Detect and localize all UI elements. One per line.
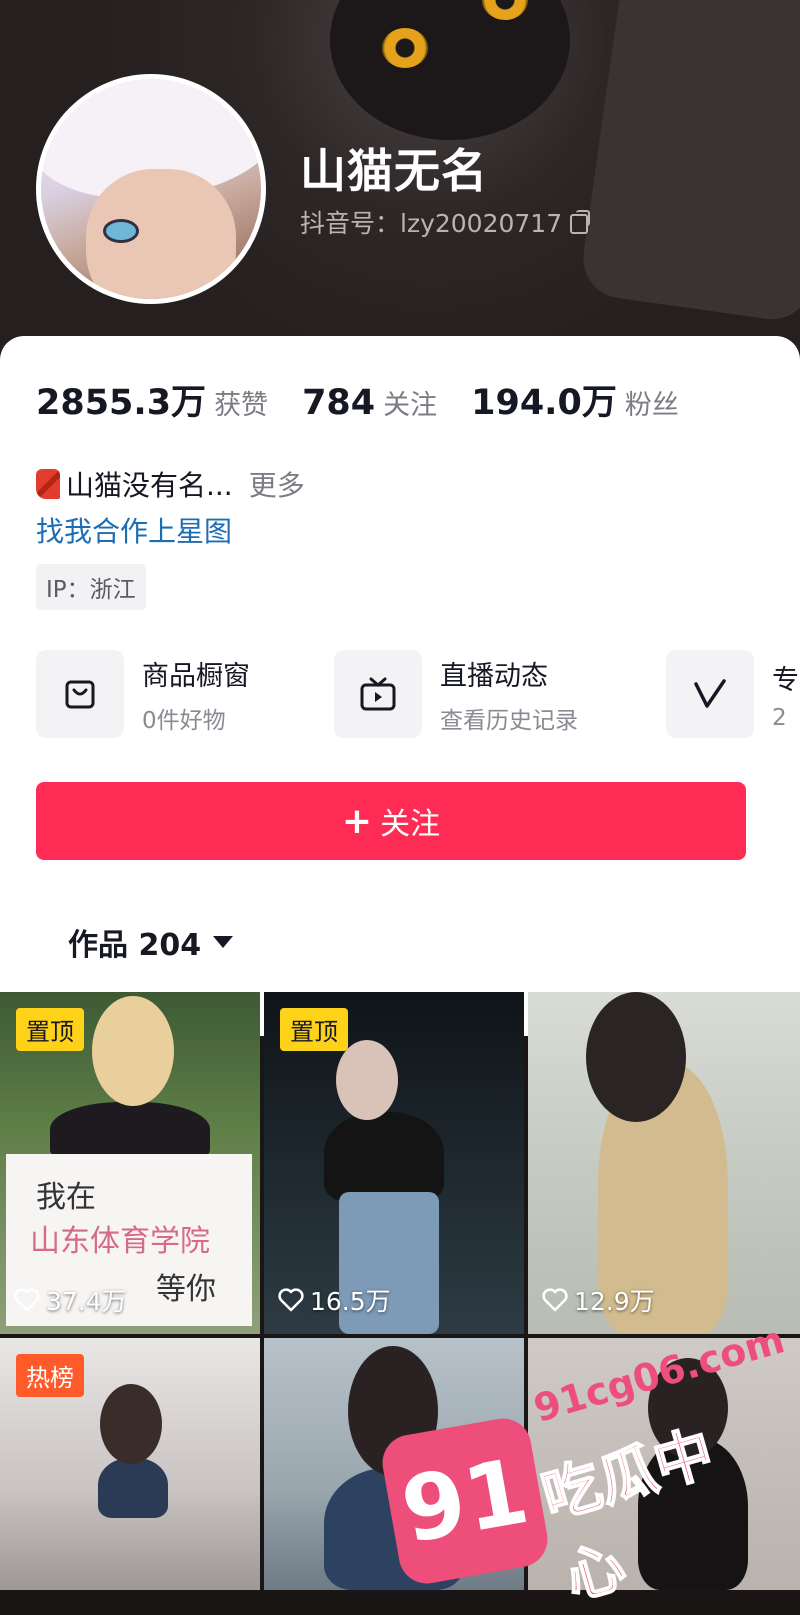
stat-likes[interactable]: 2855.3万 获赞 <box>36 374 268 425</box>
caret-down-icon <box>213 936 234 948</box>
heart-icon <box>14 1288 40 1312</box>
feature-live-text: 直播动态 查看历史记录 <box>440 654 578 735</box>
bio-text: 山猫没有名... <box>66 469 233 502</box>
works-tab[interactable]: 作品 204 <box>68 920 234 964</box>
feature-shop-title: 商品橱窗 <box>142 660 250 692</box>
feature-third-subtitle: 2 <box>772 704 787 731</box>
feature-live-subtitle: 查看历史记录 <box>440 707 578 734</box>
cover-cat-image <box>330 0 570 140</box>
collab-link[interactable]: 找我合作上星图 <box>36 510 232 550</box>
heart-icon <box>542 1288 568 1312</box>
v-icon <box>666 650 754 738</box>
pinned-badge: 置顶 <box>16 1008 84 1051</box>
cat-eye-right <box>482 0 528 20</box>
feature-shop-text: 商品橱窗 0件好物 <box>142 654 250 735</box>
watermark: 91 91cg06.com 吃瓜中心 <box>378 1316 789 1613</box>
bio-more-link[interactable]: 更多 <box>249 469 305 502</box>
feature-third-title: 专 <box>772 664 799 696</box>
works-tab-label: 作品 204 <box>68 928 202 963</box>
plus-icon: + <box>341 800 373 842</box>
figure-hair <box>586 992 686 1122</box>
stat-followers-value: 194.0万 <box>471 383 617 423</box>
stat-likes-label: 获赞 <box>214 390 269 421</box>
watermark-logo: 91 <box>378 1414 552 1588</box>
stat-likes-value: 2855.3万 <box>36 383 207 423</box>
like-count: 16.5万 <box>278 1282 391 1318</box>
tv-icon <box>334 650 422 738</box>
cat-eye-left <box>382 28 428 68</box>
scarf-icon <box>36 469 60 499</box>
video-tile[interactable]: 热榜 <box>0 1338 260 1590</box>
pinned-badge: 置顶 <box>280 1008 348 1051</box>
douyin-id-text: 抖音号：lzy20020717 <box>300 209 563 238</box>
figure-top <box>98 1458 168 1518</box>
like-count: 37.4万 <box>14 1282 127 1318</box>
like-count-value: 12.9万 <box>574 1287 655 1316</box>
like-count-value: 16.5万 <box>310 1287 391 1316</box>
profile-card: 2855.3万 获赞 784 关注 194.0万 粉丝 山猫没有名... 更多 找… <box>0 336 800 1036</box>
stat-followers[interactable]: 194.0万 粉丝 <box>471 374 679 425</box>
feature-third-text: 专 2 <box>772 658 799 731</box>
like-count: 12.9万 <box>542 1282 655 1318</box>
douyin-id[interactable]: 抖音号：lzy20020717 <box>300 204 591 240</box>
sign-line-2: 山东体育学院 <box>30 1224 210 1259</box>
profile-name: 山猫无名 <box>300 144 488 198</box>
cover-background-shape <box>578 0 800 325</box>
feature-live-title: 直播动态 <box>440 660 548 692</box>
figure-body <box>324 1112 444 1202</box>
stat-followers-label: 粉丝 <box>624 390 679 421</box>
feature-shop-subtitle: 0件好物 <box>142 707 226 734</box>
sign-line-1: 我在 <box>36 1180 96 1215</box>
stat-following-label: 关注 <box>383 390 438 421</box>
avatar-eye <box>103 219 139 243</box>
feature-shop-window[interactable]: 商品橱窗 0件好物 <box>36 650 250 738</box>
stat-following-value: 784 <box>302 383 376 423</box>
shopping-bag-icon <box>36 650 124 738</box>
figure-hair <box>100 1384 162 1464</box>
video-tile[interactable]: 置顶 16.5万 <box>264 992 524 1334</box>
stats-row: 2855.3万 获赞 784 关注 194.0万 粉丝 <box>36 374 713 425</box>
avatar[interactable] <box>36 74 266 304</box>
stat-following[interactable]: 784 关注 <box>302 383 437 423</box>
ip-location-tag: IP：浙江 <box>36 564 146 610</box>
follow-button[interactable]: + 关注 <box>36 782 746 860</box>
feature-row: 商品橱窗 0件好物 直播动态 查看历史记录 专 2 <box>36 650 800 738</box>
video-tile[interactable]: 我在 山东体育学院 等你 置顶 37.4万 <box>0 992 260 1334</box>
heart-icon <box>278 1288 304 1312</box>
bio: 山猫没有名... 更多 <box>36 464 305 504</box>
figure-head <box>92 996 174 1106</box>
trending-badge: 热榜 <box>16 1354 84 1397</box>
watermark-name: 吃瓜中心 <box>534 1417 722 1613</box>
figure-head <box>336 1040 398 1120</box>
watermark-site: 91cg06.com <box>528 1317 790 1431</box>
feature-live[interactable]: 直播动态 查看历史记录 <box>334 650 578 738</box>
video-tile[interactable]: 12.9万 <box>528 992 800 1334</box>
copy-icon[interactable] <box>570 210 591 234</box>
like-count-value: 37.4万 <box>46 1287 127 1316</box>
figure-body <box>50 1102 210 1162</box>
feature-third[interactable]: 专 2 <box>666 650 799 738</box>
sign-line-3: 等你 <box>156 1272 216 1307</box>
follow-button-label: 关注 <box>380 807 441 842</box>
